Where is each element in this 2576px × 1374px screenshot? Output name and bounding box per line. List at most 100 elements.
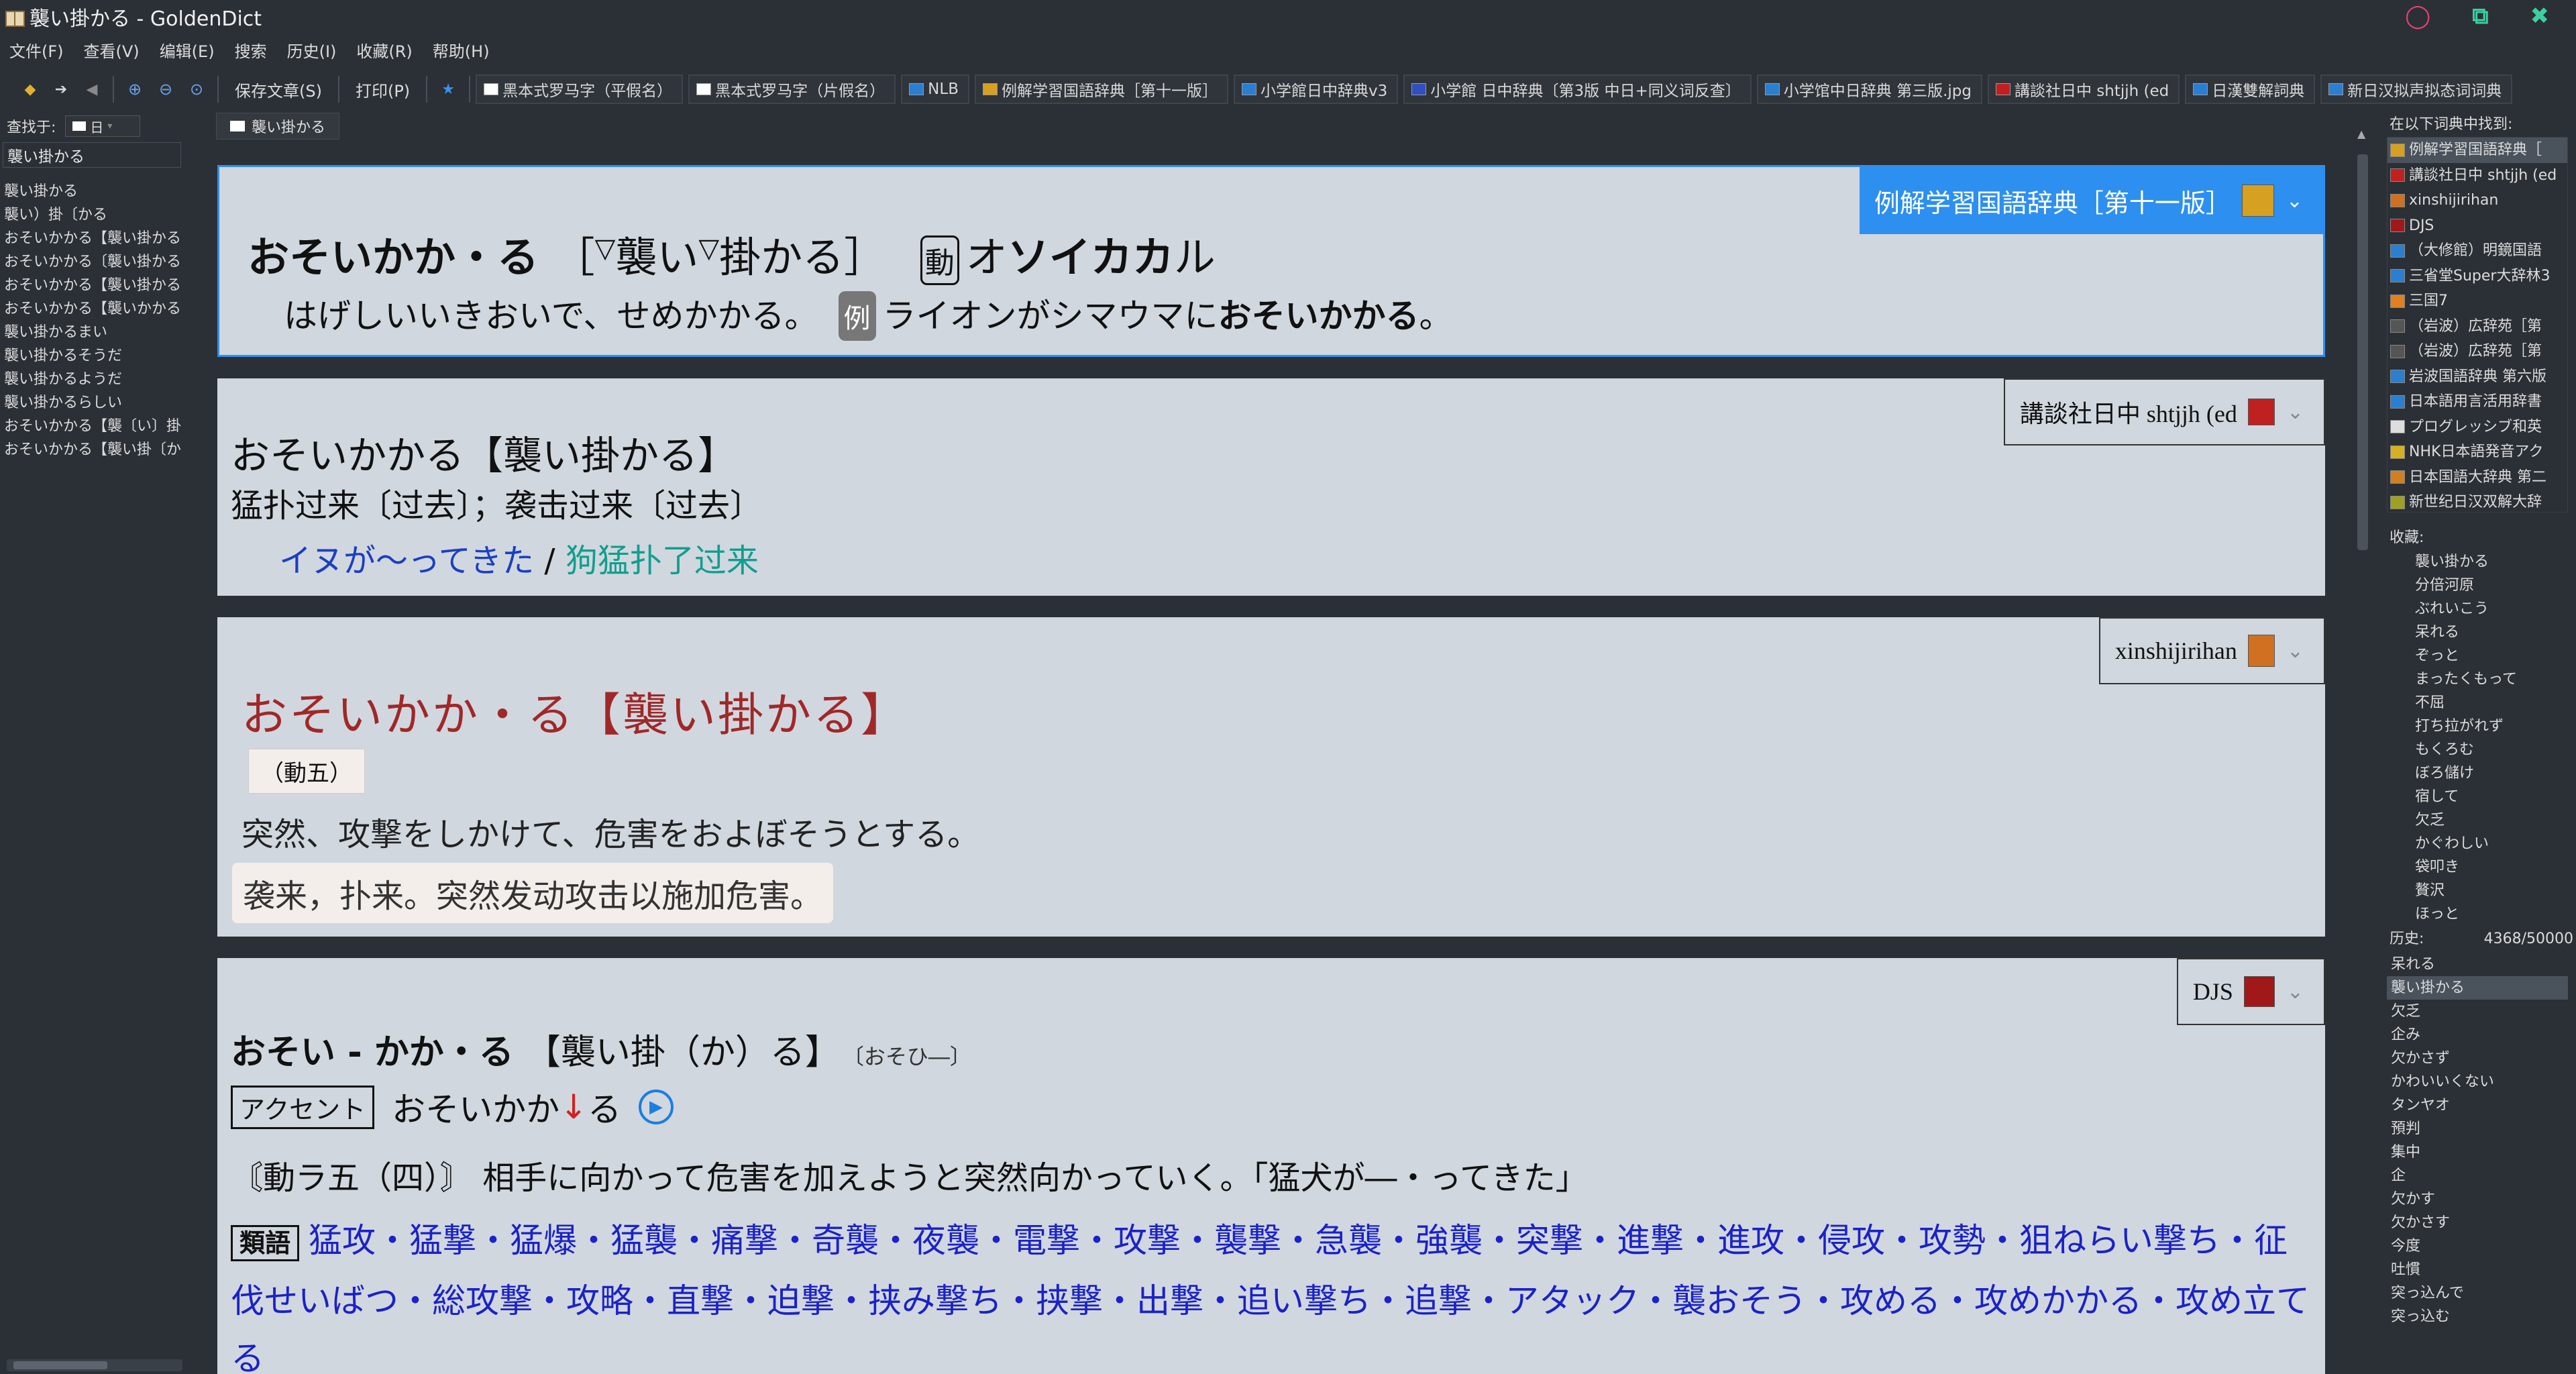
list-item[interactable]: 欠乏 (2387, 808, 2568, 832)
menu-search[interactable]: 搜索 (235, 38, 267, 62)
list-item[interactable]: おそいかかる【襲い掛かる (0, 274, 181, 297)
list-item[interactable]: 日本語用言活用辞書 (2387, 389, 2567, 415)
dict-title-tag[interactable]: DJS ⌄ (2176, 958, 2325, 1025)
maximize-icon[interactable]: ⧉ (2472, 3, 2488, 30)
list-item[interactable]: 欠かさず (2387, 1047, 2568, 1070)
list-item[interactable]: 日本国語大辞典 第二 (2387, 465, 2567, 490)
chevron-down-icon[interactable]: ⌄ (2287, 639, 2304, 663)
list-item[interactable]: プログレッシブ和英 (2387, 415, 2567, 440)
list-item[interactable]: 呆れる (2387, 953, 2568, 976)
list-item[interactable]: ぼろ儲け (2387, 761, 2568, 785)
list-item[interactable]: おそいかかる【襲いかかる (0, 297, 181, 321)
dict-tab[interactable]: 小学館日中辞典v3 (1233, 74, 1399, 104)
list-item[interactable]: 打ち拉がれず (2387, 715, 2568, 738)
list-item[interactable]: おそいかかる【襲い掛かる (0, 227, 181, 250)
dict-tab[interactable]: 黑本式罗马字（平假名） (476, 74, 684, 104)
list-item[interactable]: かわいいくない (2387, 1070, 2568, 1094)
search-input[interactable]: 襲い掛かる (3, 142, 181, 168)
zoom-out-icon[interactable]: ⊖ (150, 74, 181, 105)
scrollbar-thumb[interactable] (2357, 154, 2368, 550)
menu-view[interactable]: 查看(V) (84, 38, 140, 62)
play-audio-icon[interactable]: ▶ (639, 1090, 674, 1124)
dictionary-group-select[interactable]: 日 ▾ (65, 115, 141, 137)
list-item[interactable]: 呆れる (2387, 621, 2568, 644)
dict-title-tag[interactable]: 講談社日中 shtjjh (ed ⌄ (2003, 378, 2325, 445)
list-item[interactable]: ほっと (2387, 902, 2568, 926)
list-item[interactable]: 講談社日中 shtjjh (ed (2387, 163, 2567, 189)
list-item[interactable]: おそいかかる〔襲い掛かる (0, 250, 181, 274)
list-item[interactable]: 襲い掛かる (0, 180, 181, 203)
horizontal-scrollbar[interactable] (7, 1359, 182, 1371)
list-item[interactable]: 襲い掛かるまい (0, 321, 181, 344)
list-item[interactable]: かぐわしい (2387, 832, 2568, 855)
scroll-up-icon[interactable]: ▲ (2357, 127, 2365, 140)
list-item[interactable]: 贅沢 (2387, 879, 2568, 902)
menu-history[interactable]: 历史(I) (287, 38, 337, 62)
list-item[interactable]: もくろむ (2387, 738, 2568, 761)
list-item[interactable]: ぞっと (2387, 644, 2568, 668)
dict-tab[interactable]: 新日汉拟声拟态词词典 (2320, 74, 2513, 104)
menu-favorites[interactable]: 收藏(R) (356, 38, 412, 62)
save-article-button[interactable]: 保存文章(S) (235, 78, 322, 101)
list-item[interactable]: 三国7 (2387, 288, 2567, 314)
list-item[interactable]: 集中 (2387, 1141, 2568, 1164)
list-item[interactable]: 欠乏 (2387, 1000, 2568, 1023)
list-item[interactable]: 宿して (2387, 785, 2568, 808)
list-item[interactable]: 襲い掛かるそうだ (0, 344, 181, 368)
list-item[interactable]: 例解学習国語辞典［ (2387, 138, 2567, 163)
dict-tab[interactable]: 講談社日中 shtjjh (ed (1987, 74, 2180, 104)
list-item[interactable]: 吐慣 (2387, 1258, 2568, 1281)
dict-title-tag[interactable]: xinshijirihan ⌄ (2098, 617, 2325, 684)
list-item[interactable]: 企 (2387, 1164, 2568, 1187)
list-item[interactable]: 分倍河原 (2387, 574, 2568, 597)
dict-tab[interactable]: 例解学習国語辞典［第十一版］ (974, 74, 1228, 104)
close-icon[interactable]: ✖ (2530, 3, 2550, 30)
minimize-icon[interactable]: ◯ (2405, 3, 2430, 30)
back-disabled-icon[interactable]: ◀ (76, 74, 107, 105)
list-item[interactable]: DJS (2387, 213, 2567, 239)
menu-file[interactable]: 文件(F) (9, 38, 64, 62)
list-item[interactable]: 襲い掛かる (2387, 550, 2568, 574)
list-item[interactable]: 襲い掛かるようだ (0, 368, 181, 391)
star-icon[interactable]: ★ (433, 74, 464, 105)
list-item[interactable]: 袋叩き (2387, 855, 2568, 879)
list-item[interactable]: （大修館）明鏡国語 (2387, 238, 2567, 264)
list-item[interactable]: 不屈 (2387, 691, 2568, 715)
list-item[interactable]: 三省堂Super大辞林3 (2387, 264, 2567, 289)
list-item[interactable]: 突っ込んで (2387, 1281, 2568, 1305)
list-item[interactable]: xinshijirihan (2387, 188, 2567, 213)
dict-tab[interactable]: NLB (901, 74, 969, 104)
list-item[interactable]: 襲い）掛〔かる (0, 203, 181, 227)
list-item[interactable]: 新世纪日汉双解大辞 (2387, 490, 2567, 512)
dict-title-tag[interactable]: 例解学習国語辞典［第十一版］ ⌄ (1859, 167, 2323, 234)
chevron-down-icon[interactable]: ⌄ (2287, 401, 2304, 424)
zoom-in-icon[interactable]: ⊕ (119, 74, 150, 105)
dict-tab[interactable]: 日漢雙解詞典 (2185, 74, 2316, 104)
article-scrollbar[interactable]: ▲ (2355, 127, 2371, 1374)
zoom-reset-icon[interactable]: ⊙ (181, 74, 212, 105)
list-item[interactable]: ぶれいこう (2387, 597, 2568, 621)
list-item[interactable]: NHK日本語発音アク (2387, 439, 2567, 465)
list-item[interactable]: タンヤオ (2387, 1094, 2568, 1117)
list-item[interactable]: 預判 (2387, 1117, 2568, 1141)
list-item[interactable]: （岩波）広辞苑［第 (2387, 339, 2567, 364)
list-item[interactable]: 襲い掛かる (2387, 976, 2568, 1000)
list-item[interactable]: 欠かさす (2387, 1211, 2568, 1234)
list-item[interactable]: 岩波国語辞典 第六版 (2387, 364, 2567, 390)
menu-help[interactable]: 帮助(H) (433, 38, 490, 62)
list-item[interactable]: まったくもって (2387, 668, 2568, 691)
tab-article[interactable]: 襲い掛かる (216, 113, 340, 140)
menu-edit[interactable]: 编辑(E) (160, 38, 215, 62)
list-item[interactable]: （岩波）広辞苑［第 (2387, 314, 2567, 339)
list-item[interactable]: おそいかかる【襲〔い〕掛 (0, 415, 181, 438)
forward-arrow-icon[interactable]: ➔ (46, 74, 76, 105)
list-item[interactable]: 突っ込む (2387, 1305, 2568, 1328)
list-item[interactable]: 欠かす (2387, 1187, 2568, 1211)
dict-tab[interactable]: 小学館 日中辞典〔第3版 中日+同义词反查〕 (1403, 74, 1752, 104)
print-button[interactable]: 打印(P) (356, 78, 410, 101)
chevron-down-icon[interactable]: ⌄ (2286, 189, 2303, 213)
list-item[interactable]: おそいかかる【襲い掛〔か (0, 438, 181, 462)
back-arrow-icon[interactable]: ◆ (15, 74, 46, 105)
dict-tab[interactable]: 小学馆中日辞典 第三版.jpg (1756, 74, 1982, 104)
list-item[interactable]: 今度 (2387, 1234, 2568, 1258)
